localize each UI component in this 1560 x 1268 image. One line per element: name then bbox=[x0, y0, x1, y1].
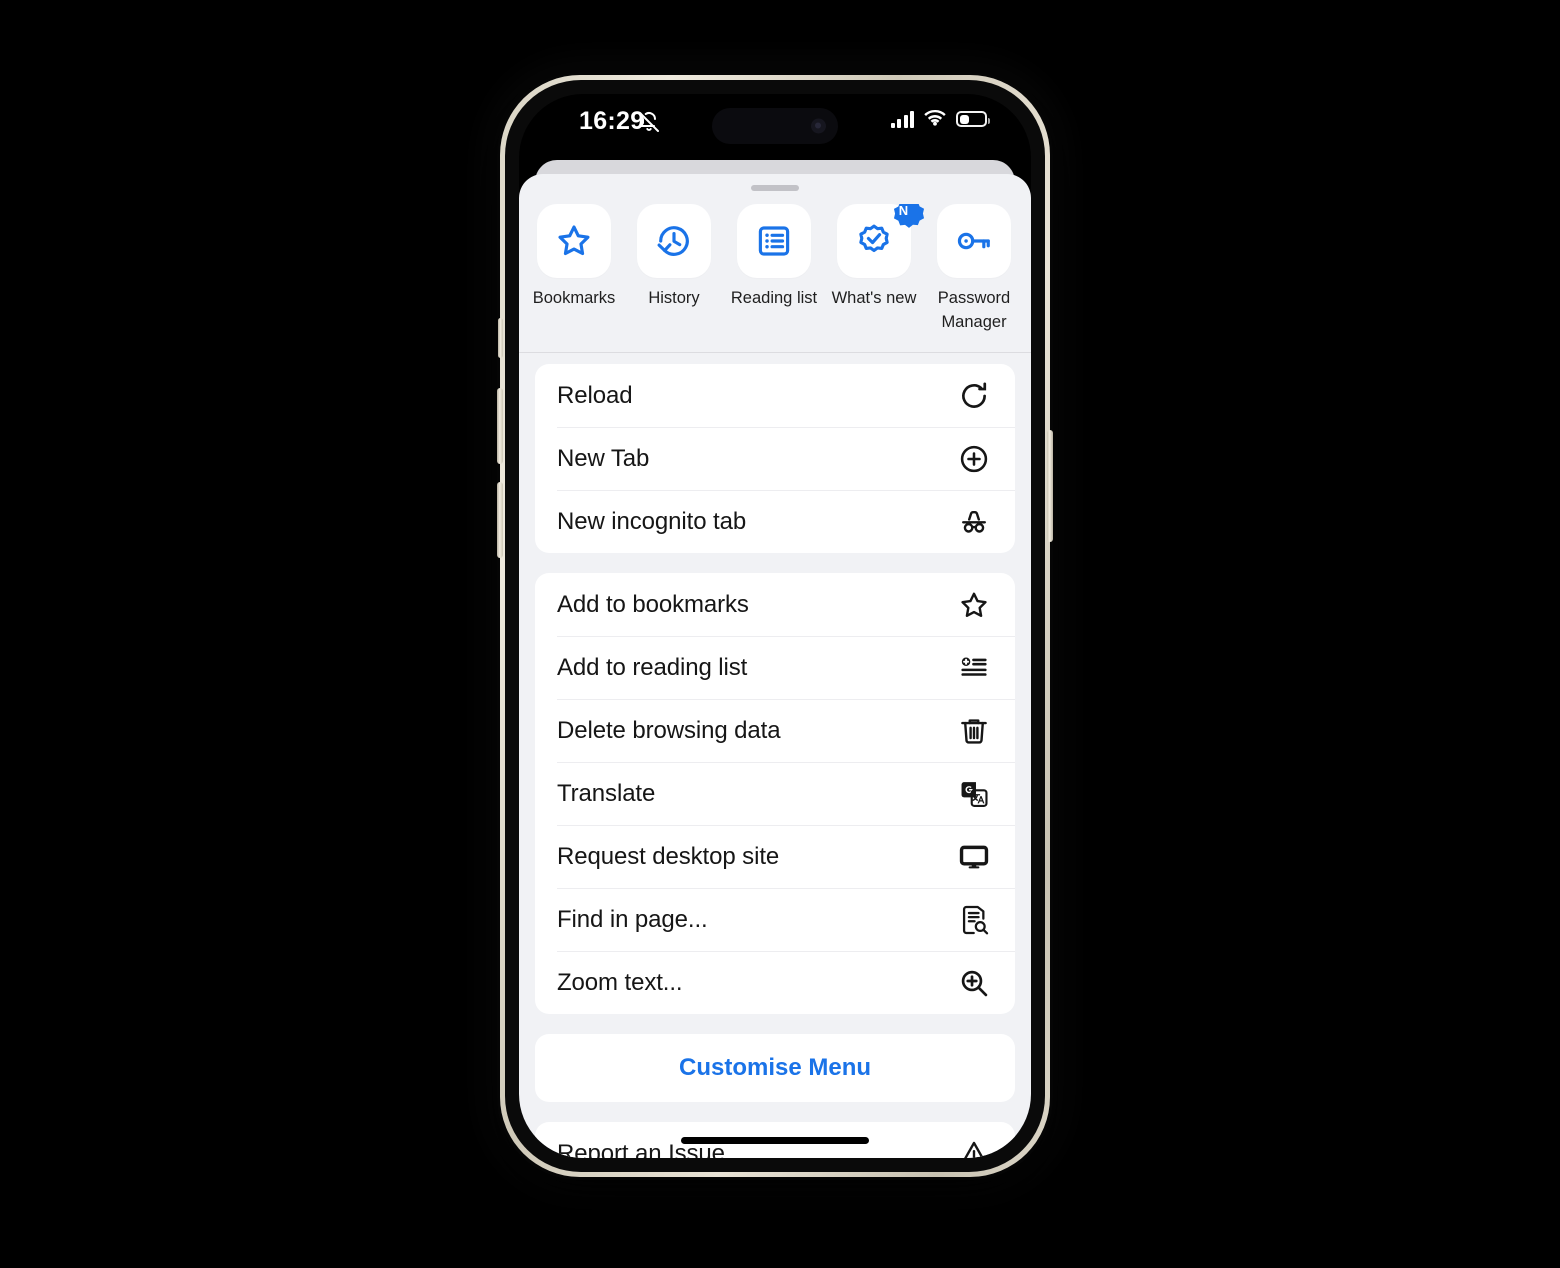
incognito-icon bbox=[957, 505, 991, 539]
status-bar-indicators bbox=[890, 110, 990, 128]
menu-item-add-to-bookmarks[interactable]: Add to bookmarks bbox=[535, 573, 1015, 636]
browser-menu-sheet: Bookmarks History Reading list N What's … bbox=[519, 174, 1031, 1158]
warning-triangle-icon bbox=[957, 1137, 991, 1158]
shortcut-label: Bookmarks bbox=[532, 289, 616, 307]
add-reading-list-icon bbox=[957, 651, 991, 685]
new-indicator-badge: N bbox=[890, 204, 925, 228]
star-outline-icon bbox=[957, 588, 991, 622]
volume-down-button[interactable] bbox=[497, 482, 503, 558]
menu-item-label: New Tab bbox=[557, 444, 650, 472]
screenshot-root: 16:29 Bookmarks History Reading list N W… bbox=[0, 0, 1560, 1268]
status-bar-clock: 16:29 bbox=[579, 107, 645, 135]
menu-item-zoom-text[interactable]: Zoom text... bbox=[535, 951, 1015, 1014]
shortcut-tile[interactable] bbox=[637, 204, 711, 278]
menu-item-label: New incognito tab bbox=[557, 507, 747, 535]
phone-screen: 16:29 Bookmarks History Reading list N W… bbox=[519, 94, 1031, 1158]
battery-low-icon bbox=[956, 111, 990, 127]
menu-item-label: Zoom text... bbox=[557, 968, 683, 996]
shortcut-label: Password Manager bbox=[937, 289, 1011, 331]
reading-list-icon bbox=[755, 222, 793, 260]
home-indicator[interactable] bbox=[681, 1137, 869, 1144]
desktop-monitor-icon bbox=[957, 840, 991, 874]
menu-item-label: Add to bookmarks bbox=[557, 590, 749, 618]
menu-item-reload[interactable]: Reload bbox=[535, 364, 1015, 427]
status-bar: 16:29 bbox=[519, 94, 1031, 154]
star-outline-icon bbox=[555, 222, 593, 260]
menu-item-label: Translate bbox=[557, 779, 656, 807]
plus-circle-icon bbox=[957, 442, 991, 476]
bell-slash-icon bbox=[637, 110, 661, 134]
shortcut-label: What's new bbox=[831, 289, 917, 307]
menu-item-request-desktop-site[interactable]: Request desktop site bbox=[535, 825, 1015, 888]
zoom-in-icon bbox=[957, 966, 991, 1000]
shortcut-tile[interactable] bbox=[737, 204, 811, 278]
menu-group-page-actions: Add to bookmarks Add to reading list Del… bbox=[535, 573, 1015, 1014]
menu-item-new-incognito-tab[interactable]: New incognito tab bbox=[535, 490, 1015, 553]
menu-item-label: Find in page... bbox=[557, 905, 708, 933]
sheet-drag-handle[interactable] bbox=[751, 185, 799, 191]
menu-group-customise: Customise Menu bbox=[535, 1034, 1015, 1102]
power-button[interactable] bbox=[1047, 430, 1053, 542]
menu-item-label: Add to reading list bbox=[557, 653, 748, 681]
cellular-bars-icon bbox=[890, 110, 914, 128]
shortcut-tile[interactable]: N bbox=[837, 204, 925, 278]
translate-icon bbox=[957, 777, 991, 811]
menu-item-new-tab[interactable]: New Tab bbox=[535, 427, 1015, 490]
key-icon bbox=[955, 222, 993, 260]
shortcuts-row[interactable]: Bookmarks History Reading list N What's … bbox=[519, 204, 1031, 344]
shortcut-tile[interactable] bbox=[537, 204, 611, 278]
menu-item-label: Delete browsing data bbox=[557, 716, 781, 744]
history-clock-icon bbox=[655, 222, 693, 260]
shortcut-label: Reading list bbox=[730, 289, 818, 307]
shortcut-history[interactable]: History bbox=[629, 204, 719, 311]
menu-item-label: Request desktop site bbox=[557, 842, 780, 870]
shortcut-reading-list[interactable]: Reading list bbox=[729, 204, 819, 311]
shortcut-label: History bbox=[648, 289, 700, 307]
menu-item-label: Reload bbox=[557, 381, 633, 409]
shortcuts-divider bbox=[519, 352, 1031, 353]
menu-item-find-in-page[interactable]: Find in page... bbox=[535, 888, 1015, 951]
menu-group-tabs: Reload New Tab New incognito tab bbox=[535, 364, 1015, 553]
trash-icon bbox=[957, 714, 991, 748]
front-camera-icon bbox=[811, 118, 826, 134]
wifi-icon bbox=[923, 110, 947, 128]
shortcut-password-manager[interactable]: Password Manager bbox=[929, 204, 1019, 335]
menu-list: Reload New Tab New incognito tab Add to … bbox=[519, 364, 1031, 1158]
silent-switch-button[interactable] bbox=[498, 318, 503, 358]
customise-menu-label: Customise Menu bbox=[678, 1054, 872, 1081]
badge-label: N bbox=[898, 204, 909, 218]
volume-up-button[interactable] bbox=[497, 388, 503, 464]
reload-icon bbox=[957, 379, 991, 413]
shortcut-whats-new[interactable]: N What's new bbox=[829, 204, 925, 311]
menu-item-translate[interactable]: Translate bbox=[535, 762, 1015, 825]
shortcut-tile[interactable] bbox=[937, 204, 1011, 278]
dynamic-island bbox=[712, 108, 838, 144]
menu-item-add-to-reading-list[interactable]: Add to reading list bbox=[535, 636, 1015, 699]
find-in-page-icon bbox=[957, 903, 991, 937]
shortcut-bookmarks[interactable]: Bookmarks bbox=[529, 204, 619, 311]
menu-item-delete-browsing-data[interactable]: Delete browsing data bbox=[535, 699, 1015, 762]
customise-menu-button[interactable]: Customise Menu bbox=[535, 1034, 1015, 1102]
new-badge-check-icon bbox=[855, 222, 893, 260]
